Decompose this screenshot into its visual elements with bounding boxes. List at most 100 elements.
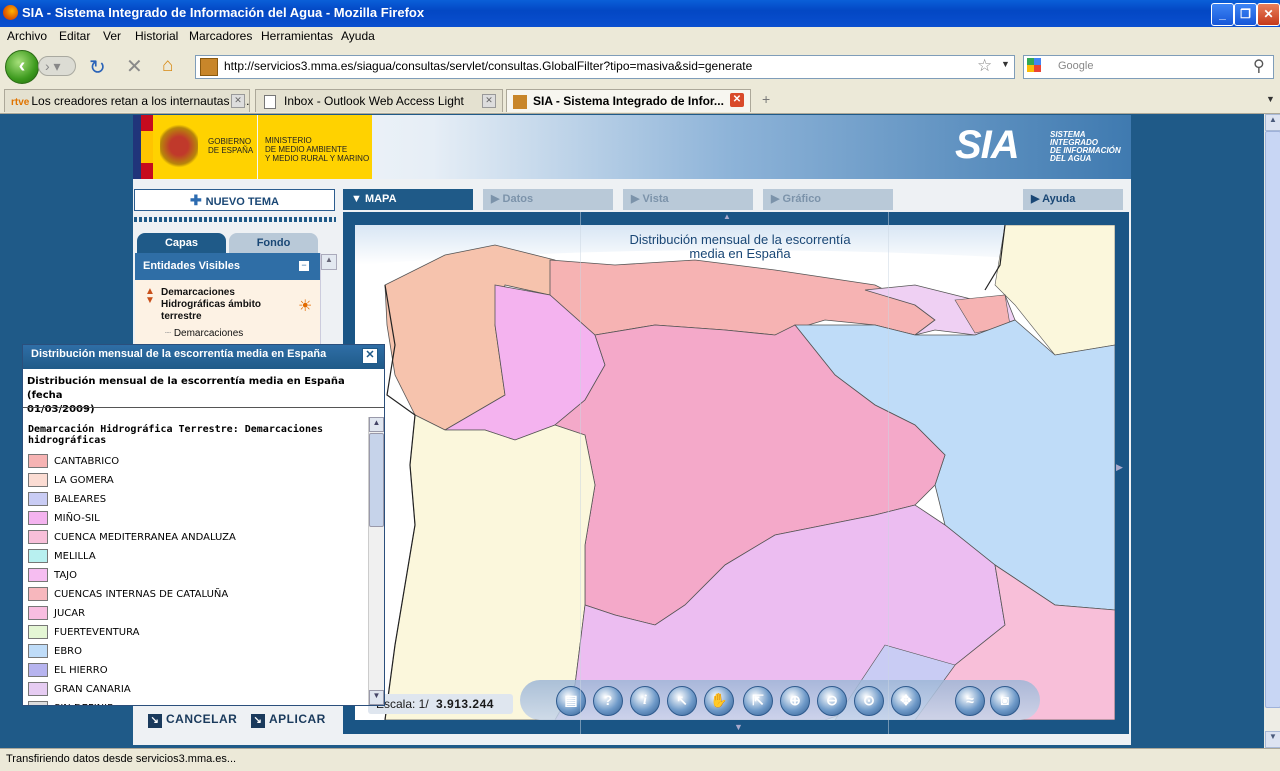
nuevo-tema-button[interactable]: ✚ NUEVO TEMA: [134, 189, 335, 211]
water-layer-icon[interactable]: ≈: [955, 686, 985, 716]
triangle-right-icon: ▶: [631, 193, 643, 205]
document-icon[interactable]: ▤: [556, 686, 586, 716]
tab-label: Los creadores retan a los internautas e.…: [31, 94, 250, 108]
close-tab-icon[interactable]: ✕: [231, 94, 245, 108]
new-tab-icon[interactable]: +: [762, 91, 770, 107]
triangle-right-icon: ▶: [1031, 193, 1043, 205]
sidebar-divider: [134, 217, 336, 222]
layer-title-line3: terrestre: [161, 311, 202, 322]
nuevo-tema-label: NUEVO TEMA: [205, 196, 279, 208]
pan-up-icon[interactable]: ▲: [723, 212, 731, 221]
center-map-icon[interactable]: ✥: [891, 686, 921, 716]
sia-logo: SIA: [955, 123, 1020, 167]
tab-datos[interactable]: ▶ Datos: [483, 189, 613, 210]
menu-archivo[interactable]: Archivo: [7, 29, 47, 43]
forward-icon[interactable]: › ▾: [38, 56, 76, 76]
zoom-extent-icon[interactable]: ⊙: [854, 686, 884, 716]
dialog-title-bar[interactable]: Distribución mensual de la escorrentía m…: [23, 345, 384, 369]
legend-group-title: Demarcación Hidrográfica Terrestre: Dema…: [28, 424, 323, 446]
sublayer-label: Demarcaciones: [173, 328, 244, 339]
pan-hand-icon[interactable]: ✋: [704, 686, 734, 716]
info-icon[interactable]: i: [630, 686, 660, 716]
entidades-header: Entidades Visibles: [135, 253, 320, 280]
home-icon[interactable]: ⌂: [162, 55, 173, 77]
maximize-button[interactable]: ❐: [1234, 3, 1257, 26]
menu-marcadores[interactable]: Marcadores: [189, 29, 252, 43]
tab-capas[interactable]: Capas: [137, 233, 226, 253]
tab-fondo[interactable]: Fondo: [229, 233, 318, 253]
legend-scroll-thumb[interactable]: [369, 433, 384, 527]
legend-swatch: [28, 625, 48, 639]
tab-outlook[interactable]: Inbox - Outlook Web Access Light: [255, 89, 503, 112]
help-icon[interactable]: ?: [593, 686, 623, 716]
scale-value: 3.913.244: [436, 697, 494, 711]
legend-label: CUENCA MEDITERRANEA ANDALUZA: [54, 531, 236, 543]
layer-title[interactable]: Demarcaciones Hidrográficas ámbito terre…: [161, 287, 261, 323]
url-text[interactable]: http://servicios3.mma.es/siagua/consulta…: [224, 59, 752, 73]
pan-down-icon[interactable]: ▼: [734, 722, 743, 732]
legend-label: BALEARES: [54, 493, 107, 505]
layer-title-line2: Hidrográficas ámbito: [161, 299, 262, 310]
tab-vista[interactable]: ▶ Vista: [623, 189, 753, 210]
tab-mapa[interactable]: ▼ MAPA: [343, 189, 473, 210]
close-tab-icon[interactable]: ✕: [730, 93, 744, 107]
menu-historial[interactable]: Historial: [135, 29, 178, 43]
pan-right-icon[interactable]: ▶: [1116, 462, 1123, 473]
grid-line: [888, 212, 889, 734]
legend-label: TAJO: [54, 569, 77, 581]
minimize-button[interactable]: _: [1211, 3, 1234, 26]
sun-icon[interactable]: ☀: [298, 296, 312, 316]
tab-sia[interactable]: SIA - Sistema Integrado de Infor...: [506, 89, 751, 112]
legend-swatch: [28, 530, 48, 544]
page-scroll-thumb[interactable]: [1265, 131, 1280, 708]
select-arrow-icon[interactable]: ↖: [667, 686, 697, 716]
apply-arrow-icon: ↘: [251, 714, 265, 728]
tab-grafico[interactable]: ▶ Gráfico: [763, 189, 893, 210]
back-icon[interactable]: ‹: [5, 50, 39, 84]
tab-ayuda[interactable]: ▶ Ayuda: [1023, 189, 1123, 210]
close-tab-icon[interactable]: ✕: [482, 94, 496, 108]
search-engine-icon[interactable]: [1027, 58, 1041, 72]
menu-editar[interactable]: Editar: [59, 29, 90, 43]
menu-ver[interactable]: Ver: [103, 29, 121, 43]
legend-swatch: [28, 568, 48, 582]
legend-label: CANTABRICO: [54, 455, 120, 467]
menu-ayuda[interactable]: Ayuda: [341, 29, 375, 43]
bookmark-star-icon[interactable]: ☆: [977, 56, 992, 76]
legend-label: LA GOMERA: [54, 474, 114, 486]
search-placeholder: Google: [1058, 60, 1094, 72]
stop-icon[interactable]: ✕: [126, 54, 143, 79]
status-bar: Transfiriendo datos desde servicios3.mma…: [0, 748, 1280, 771]
cancel-button[interactable]: ↘ CANCELAR: [148, 712, 237, 728]
apply-button[interactable]: ↘ APLICAR: [251, 712, 326, 728]
reload-icon[interactable]: ↻: [89, 55, 106, 80]
sidebar-scroll-up-icon[interactable]: ▲: [321, 254, 337, 270]
url-dropdown-icon[interactable]: ▼: [1001, 59, 1010, 69]
plus-icon: ✚: [190, 192, 206, 208]
camera-icon[interactable]: ◙: [990, 686, 1020, 716]
dialog-close-icon[interactable]: ✕: [362, 348, 378, 364]
scroll-down-icon[interactable]: ▼: [1265, 731, 1280, 748]
map-canvas[interactable]: [355, 225, 1115, 720]
legend-scroll-down-icon[interactable]: ▼: [369, 690, 384, 705]
collapse-icon[interactable]: −: [298, 260, 310, 272]
scroll-up-icon[interactable]: ▲: [1265, 114, 1280, 131]
tab-mapa-label: MAPA: [364, 193, 397, 205]
reorder-arrows-icon[interactable]: ▲ ▼: [145, 287, 155, 306]
close-window-button[interactable]: ✕: [1257, 3, 1280, 26]
dialog-subtitle-line1: Distribución mensual de la escorrentía m…: [27, 376, 345, 401]
legend-scroll-up-icon[interactable]: ▲: [369, 417, 384, 432]
sublayer-item[interactable]: ┈ Demarcaciones: [165, 328, 243, 339]
ministry-line3: Y MEDIO RURAL Y MARINO: [265, 154, 370, 163]
select-area-icon[interactable]: ⇱: [743, 686, 773, 716]
zoom-in-icon[interactable]: ⊕: [780, 686, 810, 716]
search-icon[interactable]: ⚲: [1253, 56, 1265, 76]
tab-list-icon[interactable]: ▼: [1266, 94, 1275, 104]
menu-herramientas[interactable]: Herramientas: [261, 29, 333, 43]
layer-title-line1: Demarcaciones: [161, 287, 235, 298]
ministry-line2: DE MEDIO AMBIENTE: [265, 145, 348, 154]
legend-item: EL HIERRO: [28, 663, 108, 677]
map-top-handle[interactable]: ▲: [343, 212, 1129, 224]
tab-rtve[interactable]: rtve Los creadores retan a los internauta…: [4, 89, 250, 112]
zoom-out-icon[interactable]: ⊖: [817, 686, 847, 716]
